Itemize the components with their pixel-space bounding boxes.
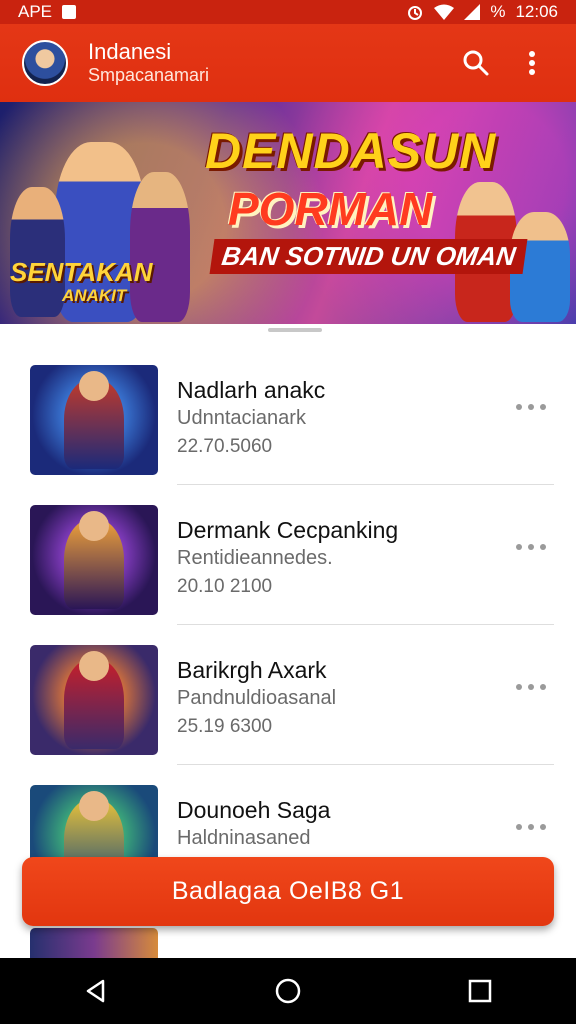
app-title: Indanesi <box>88 39 172 64</box>
game-character-head <box>79 371 109 401</box>
banner-headline: DENDASUN <box>205 123 497 179</box>
primary-action-button[interactable]: Badlagaa OeIB8 G1 <box>22 857 554 926</box>
game-developer: Pandnuldioasanal <box>177 687 337 709</box>
app-bar-titles: Indanesi Smpacanamari <box>88 40 442 86</box>
list-item[interactable]: Nadlarh anakc Udnntacianark 22.70.5060 <box>0 345 576 485</box>
game-character-head <box>79 511 109 541</box>
game-name: Barikrgh Axark <box>177 657 327 683</box>
carrier-text: APE <box>18 2 53 21</box>
banner-headline-2: PORMAN <box>228 183 433 235</box>
back-icon <box>86 979 105 1003</box>
app-subtitle: Smpacanamari <box>88 65 210 85</box>
banner-logo-line-2: ANAKIT <box>62 286 127 305</box>
more-horiz-icon[interactable] <box>516 541 546 553</box>
app-bar: Indanesi Smpacanamari <box>0 24 576 102</box>
list-item[interactable]: Barikrgh Axark Pandnuldioasanal 25.19 63… <box>0 625 576 765</box>
game-list: Nadlarh anakc Udnntacianark 22.70.5060 D… <box>0 345 576 905</box>
banner-logo: SENTAKAN ANAKIT <box>10 257 153 308</box>
clock: 12:06 <box>515 2 558 21</box>
game-thumbnail <box>30 505 158 615</box>
promo-banner[interactable]: DENDASUN PORMAN BAN SOTNID UN OMAN SENTA… <box>0 102 576 324</box>
battery-icon: % <box>490 2 506 21</box>
game-developer: Udnntacianark <box>177 407 306 429</box>
signal-icon <box>464 4 481 20</box>
status-bar: APE % 12:06 <box>0 0 576 24</box>
notification-icon <box>62 5 77 19</box>
game-info: Dermank Cecpanking Rentidieannedes. 20.1… <box>177 515 398 603</box>
game-meta: 20.10 2100 <box>177 576 273 597</box>
drag-handle[interactable] <box>268 328 322 332</box>
alarm-icon <box>408 6 423 20</box>
banner-logo-line-1: SENTAKAN <box>10 257 153 287</box>
overflow-menu-button[interactable] <box>510 41 554 85</box>
search-button[interactable] <box>454 41 498 85</box>
home-button[interactable] <box>258 961 318 1021</box>
game-thumbnail-partial <box>30 928 158 958</box>
recents-button[interactable] <box>450 961 510 1021</box>
game-meta: 22.70.5060 <box>177 436 273 457</box>
game-name: Dounoeh Saga <box>177 797 331 823</box>
game-thumbnail <box>30 365 158 475</box>
primary-action-label: Badlagaa OeIB8 G1 <box>171 877 405 905</box>
game-thumbnail <box>30 645 158 755</box>
game-developer: Rentidieannedes. <box>177 547 333 569</box>
game-name: Dermank Cecpanking <box>177 517 399 543</box>
game-info: Dounoeh Saga Haldninasaned <box>177 795 330 851</box>
home-icon <box>275 978 301 1004</box>
game-meta: 25.19 6300 <box>177 716 273 737</box>
game-info: Barikrgh Axark Pandnuldioasanal 25.19 63… <box>177 655 336 743</box>
game-name: Nadlarh anakc <box>177 377 326 403</box>
more-horiz-icon[interactable] <box>516 401 546 413</box>
banner-subline: BAN SOTNID UN OMAN <box>209 239 528 274</box>
game-character-head <box>79 651 109 681</box>
list-item[interactable]: Dermank Cecpanking Rentidieannedes. 20.1… <box>0 485 576 625</box>
system-nav-bar <box>0 958 576 1024</box>
more-horiz-icon[interactable] <box>516 821 546 833</box>
more-vert-icon <box>529 51 535 75</box>
search-icon <box>463 50 489 76</box>
game-info: Nadlarh anakc Udnntacianark 22.70.5060 <box>177 375 325 463</box>
avatar[interactable] <box>22 40 68 86</box>
back-button[interactable] <box>66 961 126 1021</box>
more-horiz-icon[interactable] <box>516 681 546 693</box>
game-developer: Haldninasaned <box>177 827 311 849</box>
recents-icon <box>468 979 492 1003</box>
wifi-icon <box>434 4 455 20</box>
game-character-head <box>79 791 109 821</box>
